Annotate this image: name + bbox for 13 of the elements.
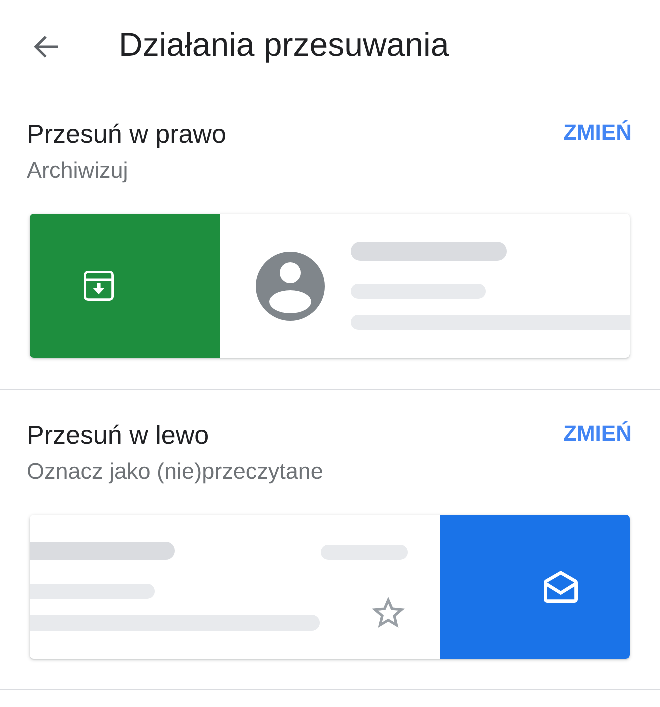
avatar-icon [256, 252, 324, 320]
swipe-action-label: Oznacz jako (nie)przeczytane [27, 458, 324, 486]
change-button[interactable]: ZMIEŃ [556, 115, 640, 151]
page-title: Działania przesuwania [119, 24, 450, 64]
envelope-open-icon [544, 570, 578, 602]
archive-icon [84, 271, 114, 301]
swipe-action-label: Archiwizuj [27, 157, 130, 185]
swipe-direction-title: Przesuń w prawo [27, 118, 226, 150]
change-button[interactable]: ZMIEŃ [556, 416, 640, 452]
swipe-direction-title: Przesuń w lewo [27, 418, 210, 450]
back-button[interactable] [33, 34, 59, 58]
star-icon [372, 597, 405, 628]
back-arrow-icon [33, 34, 59, 58]
